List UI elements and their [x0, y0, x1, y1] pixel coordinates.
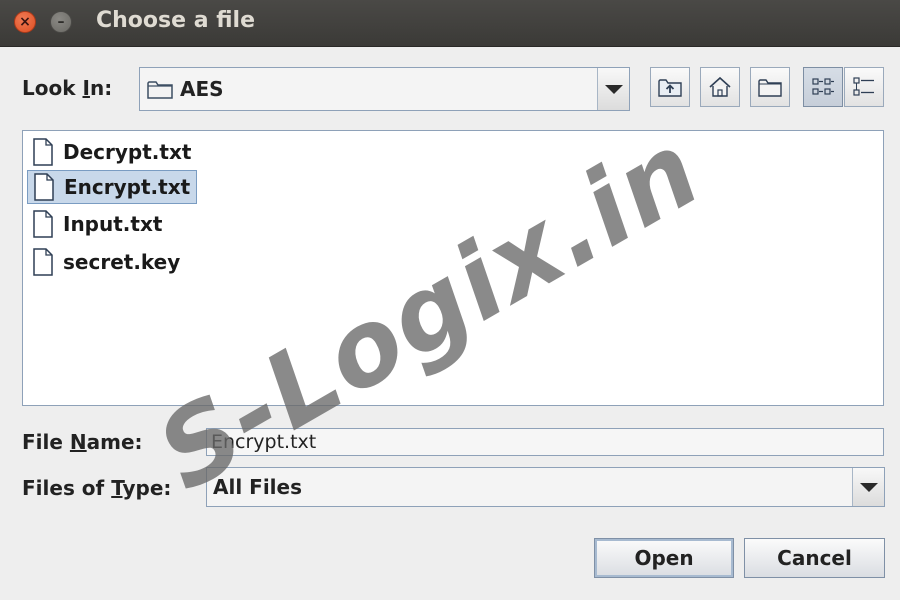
- home-icon: [709, 76, 731, 97]
- chevron-down-icon: [859, 482, 878, 492]
- minimize-icon: –: [57, 14, 65, 30]
- file-name-label: secret.key: [63, 250, 181, 274]
- list-view-button[interactable]: [803, 67, 843, 107]
- up-one-level-button[interactable]: [650, 67, 690, 107]
- file-list[interactable]: Decrypt.txt Encrypt.txt Input.txt secret…: [22, 130, 884, 406]
- open-button[interactable]: Open: [594, 538, 734, 578]
- close-icon: ×: [19, 14, 31, 30]
- close-button[interactable]: ×: [14, 11, 36, 33]
- file-item-decrypt[interactable]: Decrypt.txt: [27, 135, 197, 169]
- minimize-button[interactable]: –: [50, 11, 72, 33]
- file-icon: [34, 173, 54, 201]
- up-one-level-icon: [658, 79, 682, 97]
- file-item-secret-key[interactable]: secret.key: [27, 245, 186, 279]
- look-in-label: Look In:: [22, 76, 113, 100]
- look-in-value: AES: [180, 77, 224, 101]
- file-icon: [33, 210, 53, 238]
- details-view-button[interactable]: [844, 67, 884, 107]
- details-view-icon: [853, 77, 874, 96]
- title-bar: × – Choose a file: [0, 0, 900, 47]
- folder-icon: [147, 81, 173, 99]
- window-title: Choose a file: [96, 8, 255, 33]
- files-of-type-dropdown-arrow[interactable]: [852, 468, 884, 506]
- file-name-field[interactable]: [206, 428, 884, 456]
- file-name-label: File Name:: [22, 430, 143, 454]
- file-chooser-dialog: × – Choose a file Look In: AES Decrypt.t…: [0, 0, 900, 600]
- file-name-label: Encrypt.txt: [64, 175, 191, 199]
- file-item-encrypt-selected[interactable]: Encrypt.txt: [27, 170, 198, 204]
- files-of-type-value: All Files: [213, 475, 302, 499]
- file-icon: [33, 138, 53, 166]
- file-name-label: Decrypt.txt: [63, 140, 192, 164]
- cancel-button[interactable]: Cancel: [744, 538, 885, 578]
- look-in-combo[interactable]: AES: [139, 67, 630, 111]
- chevron-down-icon: [604, 84, 623, 94]
- files-of-type-label: Files of Type:: [22, 476, 172, 500]
- file-name-label: Input.txt: [63, 212, 163, 236]
- files-of-type-combo[interactable]: All Files: [206, 467, 885, 507]
- look-in-dropdown-arrow[interactable]: [597, 68, 629, 110]
- file-item-input[interactable]: Input.txt: [27, 207, 168, 241]
- list-view-icon: [812, 78, 834, 95]
- new-folder-button[interactable]: [750, 67, 790, 107]
- new-folder-icon: [758, 79, 782, 97]
- home-button[interactable]: [700, 67, 740, 107]
- file-icon: [33, 248, 53, 276]
